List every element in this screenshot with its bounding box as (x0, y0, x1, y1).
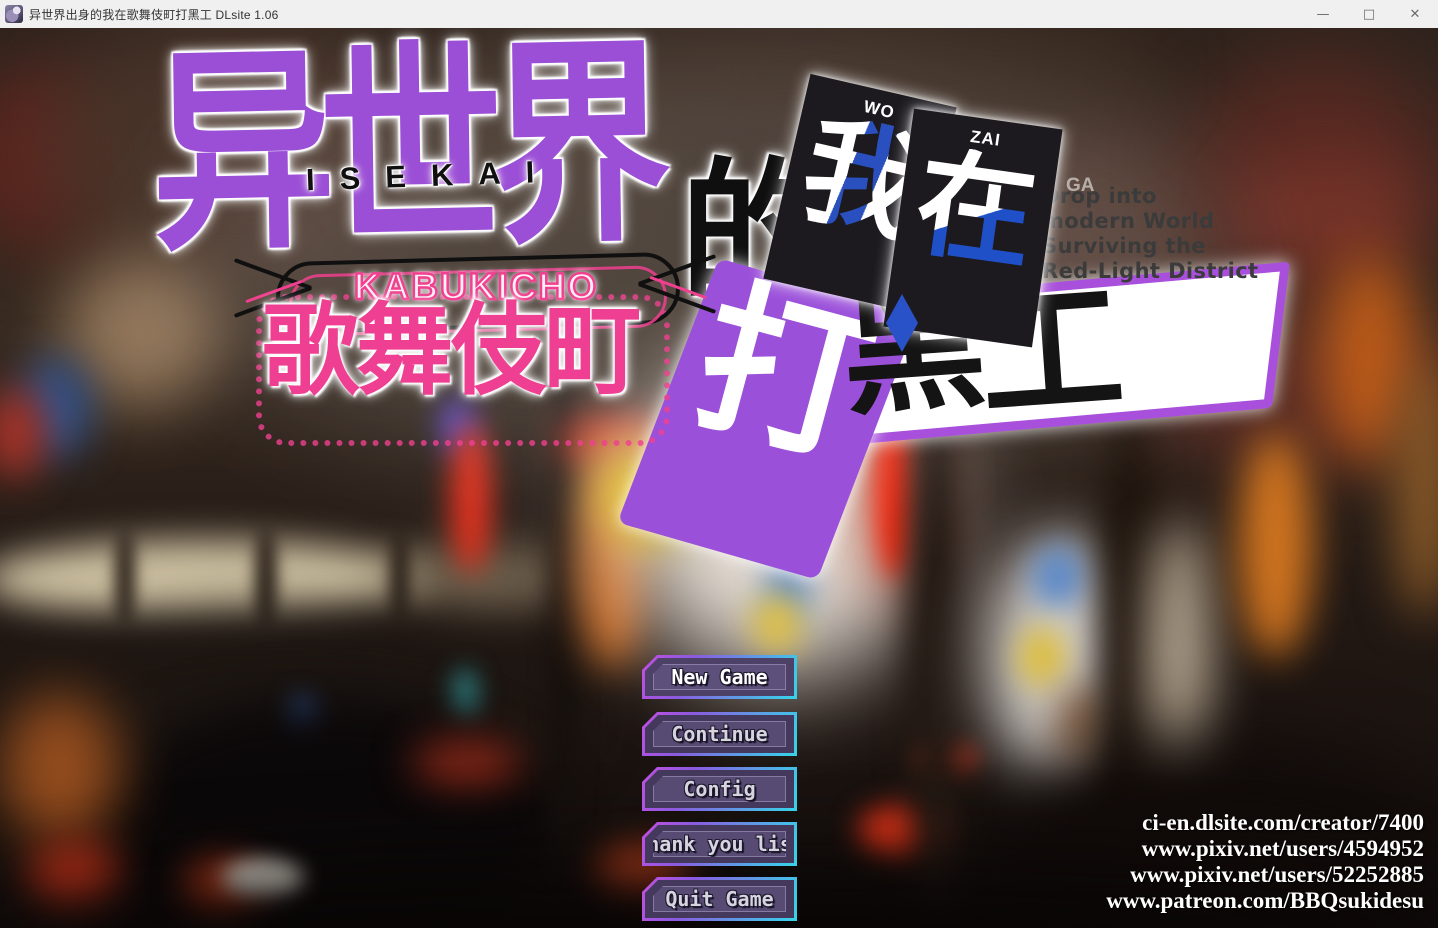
link-patreon: www.patreon.com/BBQsukidesu (1106, 888, 1424, 913)
continue-label: Continue (671, 722, 768, 746)
link-pixiv-1: www.pixiv.net/users/4594952 (1141, 836, 1424, 861)
close-button[interactable]: ✕ (1392, 0, 1438, 28)
minimize-button[interactable]: — (1300, 0, 1346, 28)
config-button[interactable]: Config (642, 767, 797, 811)
window-titlebar: 异世界出身的我在歌舞伎町打黑工 DLsite 1.06 — □ ✕ (0, 0, 1438, 28)
new-game-label: New Game (671, 665, 768, 689)
link-ci-en: ci-en.dlsite.com/creator/7400 (1142, 810, 1424, 835)
maximize-button[interactable]: □ (1346, 0, 1392, 28)
author-links: ci-en.dlsite.com/creator/7400 www.pixiv.… (1106, 810, 1424, 914)
link-pixiv-2: www.pixiv.net/users/52252885 (1130, 862, 1424, 887)
logo-kabukicho-cn: 歌舞伎町 (262, 292, 641, 409)
logo-card-zai-char: 在 (907, 132, 1044, 286)
app-icon (5, 5, 23, 23)
continue-button[interactable]: Continue (642, 712, 797, 756)
logo-isekai-cn: 异世界 (149, 28, 658, 282)
quit-game-label: Quit Game (665, 887, 774, 911)
quit-game-button[interactable]: Quit Game (642, 877, 797, 921)
thank-you-list-button[interactable]: Thank you list (642, 822, 797, 866)
tagline-line: modern World (1042, 209, 1215, 233)
game-title-screen: 异世界 ISEKAI 的 WO 我 ZAI 在 GA Drop into mod… (0, 28, 1438, 928)
tagline-line: Surviving the (1042, 234, 1206, 258)
thank-you-list-label: Thank you list (635, 832, 804, 856)
new-game-button[interactable]: New Game (642, 655, 797, 699)
config-label: Config (683, 777, 756, 801)
tagline-line: Drop into (1042, 184, 1157, 208)
window-title: 异世界出身的我在歌舞伎町打黑工 DLsite 1.06 (29, 7, 279, 22)
